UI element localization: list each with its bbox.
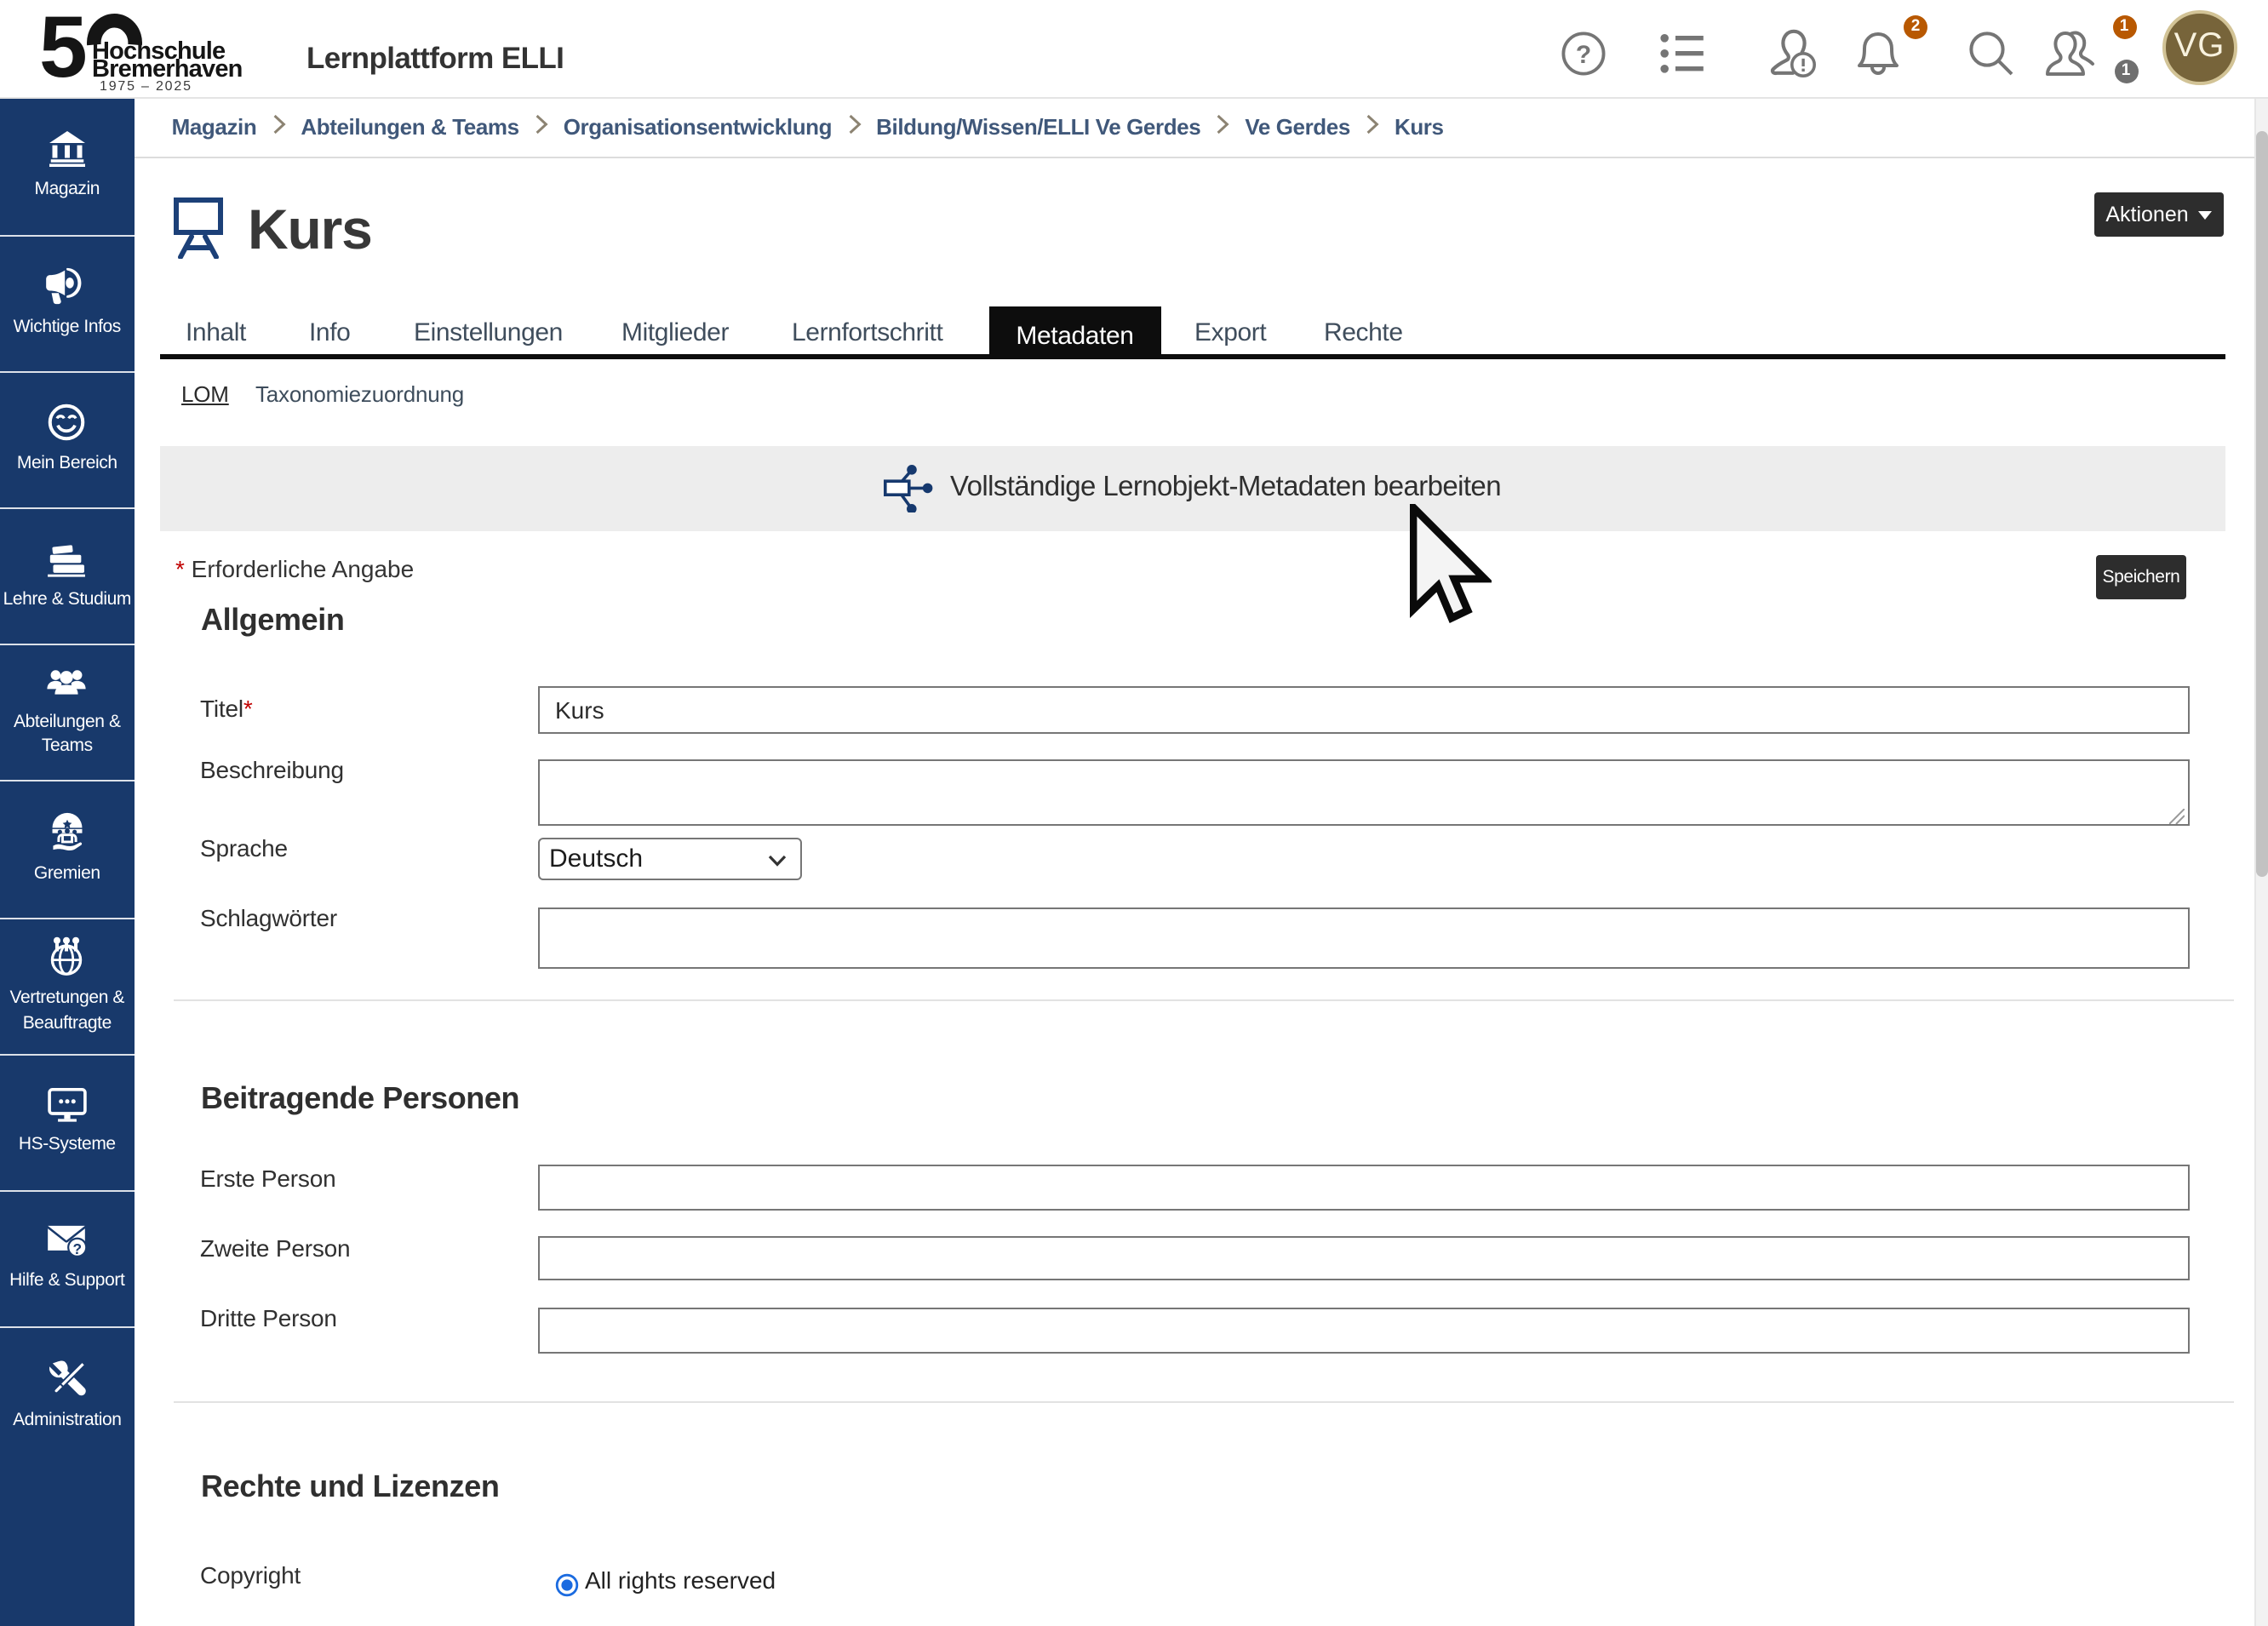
svg-text:1975 – 2025: 1975 – 2025 <box>100 79 192 94</box>
svg-text:5: 5 <box>41 12 85 94</box>
svg-text:?: ? <box>1576 41 1591 69</box>
svg-text:?: ? <box>73 1240 83 1257</box>
